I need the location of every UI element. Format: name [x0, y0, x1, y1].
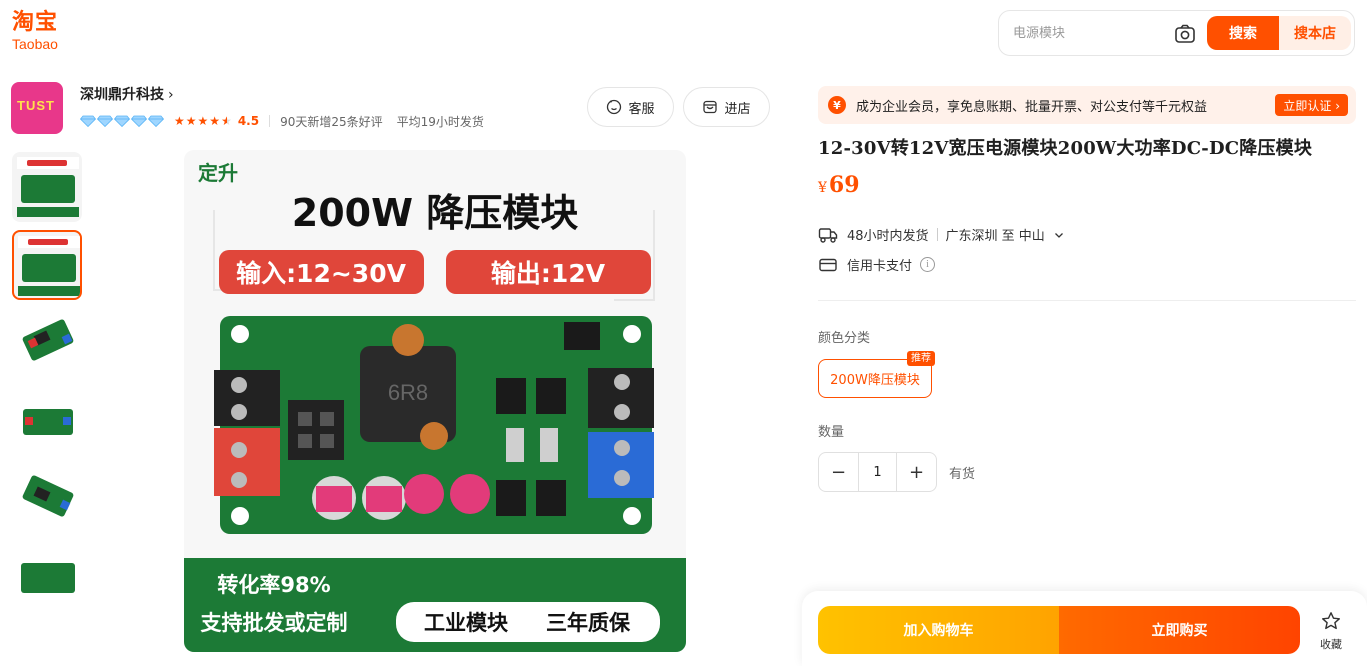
star-icon: ★	[174, 114, 185, 128]
chevron-right-icon: ›	[168, 87, 174, 103]
logo-cn: 淘宝	[12, 10, 59, 35]
quantity-input[interactable]: 1	[858, 453, 897, 491]
diamond-icon	[97, 115, 113, 127]
thumbnail-list	[12, 152, 84, 648]
store-meta: ★ ★ ★ ★ ★ 4.5 90天新增25条好评 平均19小时发货	[80, 112, 498, 130]
yen-icon: ¥	[828, 96, 846, 114]
recommended-badge: 推荐	[907, 351, 935, 366]
store-name-link[interactable]: 深圳鼎升科技 ›	[80, 84, 174, 104]
currency-symbol: ¥	[818, 180, 827, 196]
output-label: 输出:12V	[491, 259, 606, 288]
quantity-stepper: − 1 +	[818, 452, 937, 492]
chevron-down-icon[interactable]	[1053, 229, 1065, 241]
customer-service-label: 客服	[628, 101, 655, 117]
add-to-cart-button[interactable]: 加入购物车	[818, 606, 1059, 654]
info-icon[interactable]: i	[920, 257, 936, 272]
verify-now-button[interactable]: 立即认证 ›	[1275, 94, 1348, 116]
customer-service-button[interactable]: 客服	[587, 87, 674, 127]
store-level-diamonds	[80, 115, 164, 127]
credit-card-icon	[819, 258, 837, 271]
truck-icon	[818, 227, 838, 243]
diamond-icon	[114, 115, 130, 127]
favorite-button[interactable]: 收藏	[1314, 611, 1348, 655]
thumbnail[interactable]	[12, 542, 82, 612]
thumbnail[interactable]	[12, 386, 82, 456]
main-product-image[interactable]: 定升 200W 降压模块 输入:12~30V 输出:12V 6R8 转化率98%…	[184, 150, 686, 652]
product-image-art: 定升 200W 降压模块 输入:12~30V 输出:12V 6R8 转化率98%…	[184, 150, 686, 652]
promo-text: 成为企业会员，享免息账期、批量开票、对公支付等千元权益	[856, 99, 1208, 115]
favorite-label: 收藏	[1320, 638, 1342, 651]
store-icon	[703, 100, 718, 114]
tag-warranty: 三年质保	[546, 611, 631, 635]
wholesale-text: 支持批发或定制	[201, 611, 348, 635]
thumbnail-active[interactable]	[12, 230, 82, 300]
input-label: 输入:12~30V	[236, 259, 407, 288]
camera-icon[interactable]	[1174, 23, 1196, 45]
product-title: 12-30V转12V宽压电源模块200W大功率DC-DC降压模块	[818, 138, 1313, 159]
color-label: 颜色分类	[818, 331, 871, 346]
price-value: 69	[828, 172, 860, 198]
purchase-bar: 加入购物车 立即购买 收藏	[802, 591, 1367, 666]
image-headline: 200W 降压模块	[292, 191, 578, 235]
search-store-button[interactable]: 搜本店	[1279, 16, 1351, 50]
rating-stars: ★ ★ ★ ★ ★	[174, 114, 232, 128]
shipping-info[interactable]: 48小时内发货 广东深圳 至 中山	[818, 225, 1065, 244]
diamond-icon	[80, 115, 96, 127]
minus-button[interactable]: −	[819, 453, 858, 491]
ship-route: 广东深圳 至 中山	[945, 229, 1045, 244]
enter-store-label: 进店	[724, 101, 751, 117]
avg-ship-time: 平均19小时发货	[396, 114, 484, 129]
store-name: 深圳鼎升科技	[80, 87, 164, 103]
payment-method: 信用卡支付	[847, 259, 913, 274]
diamond-icon	[131, 115, 147, 127]
plus-button[interactable]: +	[897, 453, 936, 491]
enterprise-promo-banner[interactable]: ¥ 成为企业会员，享免息账期、批量开票、对公支付等千元权益 立即认证 ›	[818, 86, 1356, 124]
search-bar: 搜索 搜本店	[998, 10, 1355, 56]
thumbnail[interactable]	[12, 464, 82, 534]
search-button[interactable]: 搜索	[1207, 16, 1279, 50]
payment-info: 信用卡支付 i	[818, 255, 936, 274]
inductor-mark: 6R8	[388, 380, 428, 405]
buy-now-button[interactable]: 立即购买	[1059, 606, 1300, 654]
diamond-icon	[148, 115, 164, 127]
thumbnail[interactable]	[12, 152, 82, 222]
tag-industrial: 工业模块	[424, 611, 509, 635]
brand-mark: 定升	[198, 161, 238, 185]
store-rating: 4.5	[237, 114, 260, 128]
product-price: ¥69	[818, 172, 860, 198]
enter-store-button[interactable]: 进店	[683, 87, 770, 127]
divider	[936, 228, 938, 241]
thumbnail[interactable]	[12, 620, 82, 640]
star-icon: ★	[197, 114, 209, 128]
star-icon: ★	[185, 114, 197, 128]
stock-status: 有货	[949, 467, 976, 482]
thumbnail[interactable]	[12, 308, 82, 378]
quantity-label: 数量	[818, 425, 845, 440]
efficiency-text: 转化率98%	[217, 573, 330, 597]
search-input[interactable]	[1013, 21, 1163, 45]
store-avatar-text: TUST	[17, 98, 55, 113]
ship-time: 48小时内发货	[847, 229, 929, 244]
store-avatar[interactable]: TUST	[11, 82, 63, 134]
divider	[818, 300, 1356, 301]
service-icon	[607, 99, 622, 115]
divider	[269, 115, 271, 127]
taobao-logo[interactable]: 淘宝 Taobao	[12, 10, 78, 56]
logo-en: Taobao	[12, 36, 58, 52]
half-star-icon: ★	[221, 114, 232, 128]
star-icon: ★	[209, 114, 221, 128]
new-reviews: 90天新增25条好评	[280, 114, 383, 129]
star-outline-icon	[1322, 612, 1340, 630]
